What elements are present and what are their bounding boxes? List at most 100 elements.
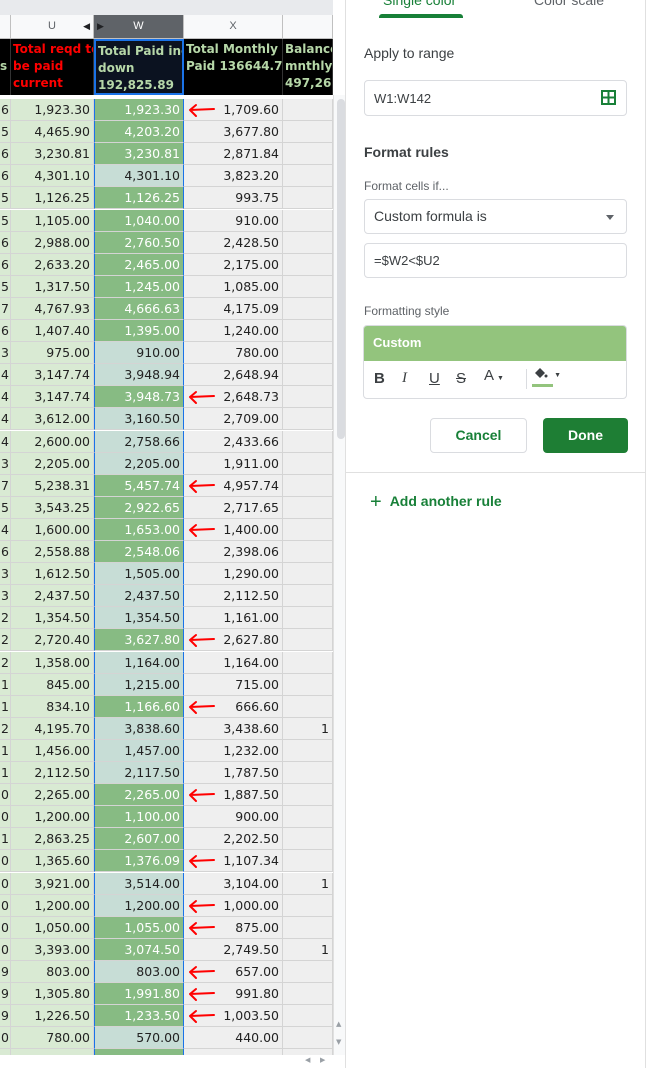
scroll-down-icon[interactable]: ▼ (336, 1038, 341, 1046)
cell-w[interactable]: 3,948.94 (94, 364, 184, 387)
cell-u[interactable]: 1,226.50 (11, 1005, 94, 1028)
cell-t[interactable]: 0 (0, 938, 11, 961)
cell-x[interactable]: 1,164.00 (184, 651, 283, 674)
header-cell-x[interactable]: Total Monthly Paid 136644.77 (184, 39, 283, 95)
cell-t[interactable]: 5 (0, 121, 11, 144)
cell-t[interactable]: 2 (0, 651, 11, 674)
cell-x[interactable]: 993.75 (184, 187, 283, 210)
cell-t[interactable]: 1 (0, 695, 11, 718)
cell-w[interactable]: 570.00 (94, 1027, 184, 1050)
cell-x[interactable]: 1,911.00 (184, 452, 283, 475)
cell-u[interactable]: 2,720.40 (11, 629, 94, 652)
cell-u[interactable]: 975.00 (11, 342, 94, 365)
cell-t[interactable]: 0 (0, 1027, 11, 1050)
cell-y[interactable]: 1 (283, 872, 333, 895)
select-range-grid-icon[interactable] (601, 90, 616, 105)
column-header-u[interactable]: U ◀ (11, 15, 94, 39)
column-header-t[interactable] (0, 15, 11, 39)
cell-y[interactable] (283, 828, 333, 851)
scroll-right-icon[interactable]: ▶ (320, 1056, 325, 1064)
cell-y[interactable] (283, 1027, 333, 1050)
cell-w[interactable]: 2,265.00 (94, 784, 184, 807)
cell-y[interactable] (283, 187, 333, 210)
cell-u[interactable]: 3,543.25 (11, 496, 94, 519)
cell-t[interactable]: 6 (0, 253, 11, 276)
cell-u[interactable]: 1,200.00 (11, 806, 94, 829)
cell-t[interactable]: 3 (0, 585, 11, 608)
cell-y[interactable] (283, 231, 333, 254)
cell-t[interactable]: 3 (0, 452, 11, 475)
cell-t[interactable]: 2 (0, 607, 11, 630)
cell-w[interactable]: 3,160.50 (94, 408, 184, 431)
fill-color-icon[interactable]: ▼ (532, 366, 561, 387)
condition-dropdown[interactable]: Custom formula is (364, 199, 627, 234)
cell-y[interactable] (283, 695, 333, 718)
cell-w[interactable]: 2,760.50 (94, 231, 184, 254)
cell-y[interactable] (283, 585, 333, 608)
cell-x[interactable]: 1,003.50 (184, 1005, 283, 1028)
cell-y[interactable] (283, 253, 333, 276)
cell-w[interactable]: 2,758.66 (94, 430, 184, 453)
cell-w[interactable]: 2,922.65 (94, 496, 184, 519)
cell-y[interactable] (283, 364, 333, 387)
cell-w[interactable]: 1,376.09 (94, 850, 184, 873)
cell-x[interactable]: 910.00 (184, 209, 283, 232)
cell-w[interactable]: 3,514.00 (94, 872, 184, 895)
cell-w[interactable]: 1,354.50 (94, 607, 184, 630)
cell-y[interactable] (283, 607, 333, 630)
cell-t[interactable]: 4 (0, 408, 11, 431)
cell-t[interactable]: 7 (0, 297, 11, 320)
cell-u[interactable]: 4,195.70 (11, 717, 94, 740)
cell-y[interactable] (283, 563, 333, 586)
cell-w[interactable]: 4,301.10 (94, 165, 184, 188)
cell-t[interactable]: 6 (0, 99, 11, 121)
cell-u[interactable]: 3,612.00 (11, 408, 94, 431)
cell-w[interactable]: 1,233.50 (94, 1005, 184, 1028)
cell-w[interactable]: 1,200.00 (94, 894, 184, 917)
cell-u[interactable]: 1,317.50 (11, 275, 94, 298)
cell-x[interactable]: 1,232.00 (184, 739, 283, 762)
cell-u[interactable]: 780.00 (11, 1027, 94, 1050)
cell-y[interactable] (283, 894, 333, 917)
cell-u[interactable]: 845.00 (11, 673, 94, 696)
cell-y[interactable] (283, 629, 333, 652)
cell-t[interactable]: 3 (0, 342, 11, 365)
cell-u[interactable]: 2,633.20 (11, 253, 94, 276)
cell-t[interactable]: 5 (0, 496, 11, 519)
cell-x[interactable]: 875.00 (184, 916, 283, 939)
cell-u[interactable]: 803.00 (11, 960, 94, 983)
cell-w[interactable]: 3,838.60 (94, 717, 184, 740)
cell-x[interactable]: 3,823.20 (184, 165, 283, 188)
range-input[interactable]: W1:W142 (364, 80, 627, 116)
cell-y[interactable]: 1 (283, 717, 333, 740)
cell-x[interactable]: 440.00 (184, 1027, 283, 1050)
cell-y[interactable] (283, 275, 333, 298)
cell-y[interactable] (283, 165, 333, 188)
cell-x[interactable]: 1,161.00 (184, 607, 283, 630)
cell-t[interactable]: 4 (0, 518, 11, 541)
cell-w[interactable]: 1,653.00 (94, 518, 184, 541)
horizontal-scrollbar[interactable]: ◀ ▶ (0, 1055, 345, 1068)
cell-t[interactable]: 2 (0, 717, 11, 740)
column-header-x[interactable]: X (184, 15, 283, 39)
cell-y[interactable] (283, 762, 333, 784)
cell-t[interactable]: 6 (0, 231, 11, 254)
cell-x[interactable]: 2,709.00 (184, 408, 283, 431)
cell-y[interactable] (283, 739, 333, 762)
cell-y[interactable] (283, 806, 333, 829)
cell-x[interactable]: 2,871.84 (184, 143, 283, 166)
cell-w[interactable]: 1,055.00 (94, 916, 184, 939)
cancel-button[interactable]: Cancel (430, 418, 527, 453)
cell-y[interactable] (283, 342, 333, 365)
cell-x[interactable]: 657.00 (184, 960, 283, 983)
cell-u[interactable]: 1,200.00 (11, 894, 94, 917)
cell-u[interactable]: 834.10 (11, 695, 94, 718)
cell-u[interactable]: 4,767.93 (11, 297, 94, 320)
column-header-y[interactable] (283, 15, 333, 39)
strikethrough-icon[interactable]: S (456, 370, 466, 387)
cell-w[interactable]: 2,465.00 (94, 253, 184, 276)
cell-w[interactable]: 2,607.00 (94, 828, 184, 851)
cell-t[interactable]: 9 (0, 1005, 11, 1028)
cell-w[interactable]: 1,395.00 (94, 320, 184, 342)
cell-x[interactable]: 4,957.74 (184, 474, 283, 497)
